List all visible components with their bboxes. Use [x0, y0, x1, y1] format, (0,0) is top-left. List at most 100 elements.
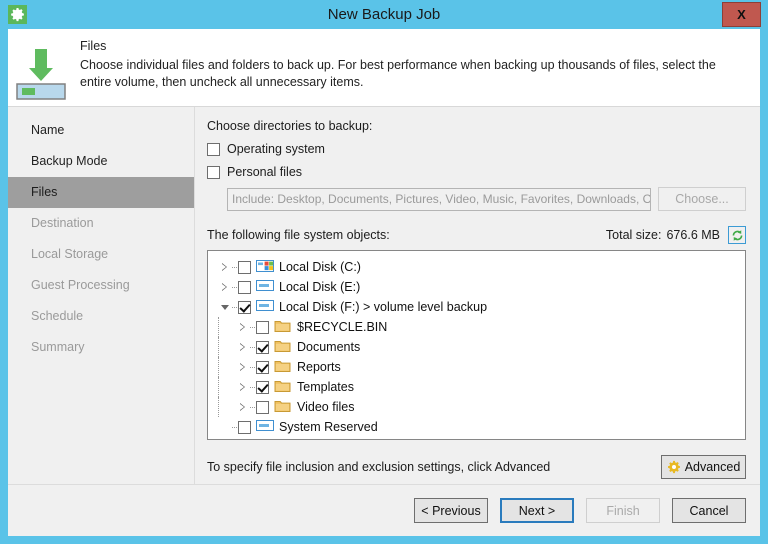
tree-indent: [218, 377, 236, 397]
tree-checkbox[interactable]: [256, 320, 269, 334]
tree-item-label: Video files: [297, 400, 355, 414]
new-backup-job-window: New Backup Job X Files Choose individual…: [0, 0, 768, 544]
tree-item-label: Local Disk (C:): [279, 260, 361, 274]
page-description: Choose individual files and folders to b…: [80, 58, 716, 89]
tree-checkbox[interactable]: [238, 280, 251, 294]
tree-connector: [250, 326, 255, 328]
chevron-right-icon[interactable]: [236, 377, 250, 397]
sidebar-item-destination[interactable]: Destination: [8, 208, 194, 239]
wizard-steps-sidebar: Name Backup Mode Files Destination Local Sto…: [8, 107, 195, 484]
title-bar: New Backup Job X: [0, 0, 768, 29]
sidebar-item-name[interactable]: Name: [8, 115, 194, 146]
folder-icon: [274, 399, 292, 415]
objects-header-row: The following file system objects: Total…: [207, 226, 746, 244]
sidebar-item-summary[interactable]: Summary: [8, 332, 194, 363]
tree-connector: [232, 286, 237, 288]
operating-system-checkbox[interactable]: [207, 142, 220, 156]
operating-system-label: Operating system: [227, 142, 325, 156]
refresh-icon[interactable]: [728, 226, 746, 244]
header-text-block: Files Choose individual files and folder…: [80, 35, 760, 106]
tree-item-label: Local Disk (F:) > volume level backup: [279, 300, 488, 314]
sidebar-item-backup-mode[interactable]: Backup Mode: [8, 146, 194, 177]
tree-row[interactable]: System Reserved: [208, 417, 745, 437]
sidebar-item-local-storage[interactable]: Local Storage: [8, 239, 194, 270]
sidebar-item-guest-processing[interactable]: Guest Processing: [8, 270, 194, 301]
tree-checkbox[interactable]: [238, 260, 251, 274]
next-button[interactable]: Next >: [500, 498, 574, 523]
chevron-right-icon[interactable]: [236, 397, 250, 417]
main-area: Name Backup Mode Files Destination Local Sto…: [8, 107, 760, 484]
hint-row: To specify file inclusion and exclusion …: [207, 440, 746, 484]
tree-row[interactable]: Video files: [208, 397, 745, 417]
chevron-right-icon[interactable]: [236, 357, 250, 377]
directories-label: Choose directories to backup:: [207, 119, 373, 133]
file-system-tree[interactable]: Local Disk (C:) Local Disk (E:) Local Disk…: [207, 250, 746, 440]
tree-row[interactable]: Reports: [208, 357, 745, 377]
tree-checkbox[interactable]: [238, 420, 251, 434]
personal-files-row[interactable]: Personal files: [207, 165, 746, 179]
tree-connector: [250, 386, 255, 388]
tree-checkbox[interactable]: [256, 340, 269, 354]
drive-icon: [256, 299, 274, 315]
chevron-down-icon[interactable]: [218, 297, 232, 317]
advanced-button[interactable]: Advanced: [661, 454, 746, 479]
dialog-button-bar: < Previous Next > Finish Cancel: [8, 484, 760, 536]
include-input[interactable]: Include: Desktop, Documents, Pictures, V…: [227, 187, 651, 211]
drive-icon: [256, 419, 274, 435]
finish-button: Finish: [586, 498, 660, 523]
total-size-value: 676.6 MB: [666, 228, 720, 242]
tree-checkbox[interactable]: [256, 380, 269, 394]
advanced-hint-text: To specify file inclusion and exclusion …: [207, 459, 551, 474]
choose-button[interactable]: Choose...: [658, 187, 746, 211]
tree-checkbox[interactable]: [256, 400, 269, 414]
tree-row[interactable]: Templates: [208, 377, 745, 397]
previous-button[interactable]: < Previous: [414, 498, 488, 523]
tree-item-label: Reports: [297, 360, 341, 374]
tree-checkbox[interactable]: [256, 360, 269, 374]
include-row: Include: Desktop, Documents, Pictures, V…: [227, 187, 746, 211]
tree-row[interactable]: Documents: [208, 337, 745, 357]
advanced-button-label: Advanced: [684, 459, 741, 474]
tree-item-label: Templates: [297, 380, 354, 394]
tree-indent: [218, 337, 236, 357]
tree-indent: [218, 317, 236, 337]
tree-row[interactable]: Local Disk (C:): [208, 257, 745, 277]
folder-icon: [274, 319, 292, 335]
sidebar-item-schedule[interactable]: Schedule: [8, 301, 194, 332]
tree-connector: [232, 266, 237, 268]
tree-row[interactable]: $RECYCLE.BIN: [208, 317, 745, 337]
tree-item-label: $RECYCLE.BIN: [297, 320, 388, 334]
tree-item-label: Documents: [297, 340, 361, 354]
folder-icon: [274, 379, 292, 395]
windows-drive-icon: [256, 259, 274, 275]
tree-connector: [250, 346, 255, 348]
tree-item-label: System Reserved: [279, 420, 378, 434]
chevron-right-icon[interactable]: [236, 337, 250, 357]
chevron-right-icon[interactable]: [236, 317, 250, 337]
window-title: New Backup Job: [327, 6, 441, 23]
cancel-button[interactable]: Cancel: [672, 498, 746, 523]
chevron-right-icon[interactable]: [218, 277, 232, 297]
tree-checkbox[interactable]: [238, 300, 251, 314]
personal-files-label: Personal files: [227, 165, 303, 179]
sidebar-item-files[interactable]: Files: [8, 177, 194, 208]
backup-down-arrow-icon: [8, 35, 80, 106]
tree-connector: [232, 426, 237, 428]
drive-icon: [256, 279, 274, 295]
wizard-header: Files Choose individual files and folder…: [8, 29, 760, 107]
tree-row[interactable]: Local Disk (E:): [208, 277, 745, 297]
tree-row[interactable]: Local Disk (F:) > volume level backup: [208, 297, 745, 317]
personal-files-checkbox[interactable]: [207, 165, 220, 179]
folder-icon: [274, 359, 292, 375]
total-size-label: Total size:: [605, 228, 662, 242]
close-button[interactable]: X: [722, 2, 761, 27]
tree-connector: [250, 366, 255, 368]
folder-icon: [274, 339, 292, 355]
tree-connector: [250, 406, 255, 408]
chevron-right-icon[interactable]: [218, 257, 232, 277]
operating-system-row[interactable]: Operating system: [207, 142, 746, 156]
